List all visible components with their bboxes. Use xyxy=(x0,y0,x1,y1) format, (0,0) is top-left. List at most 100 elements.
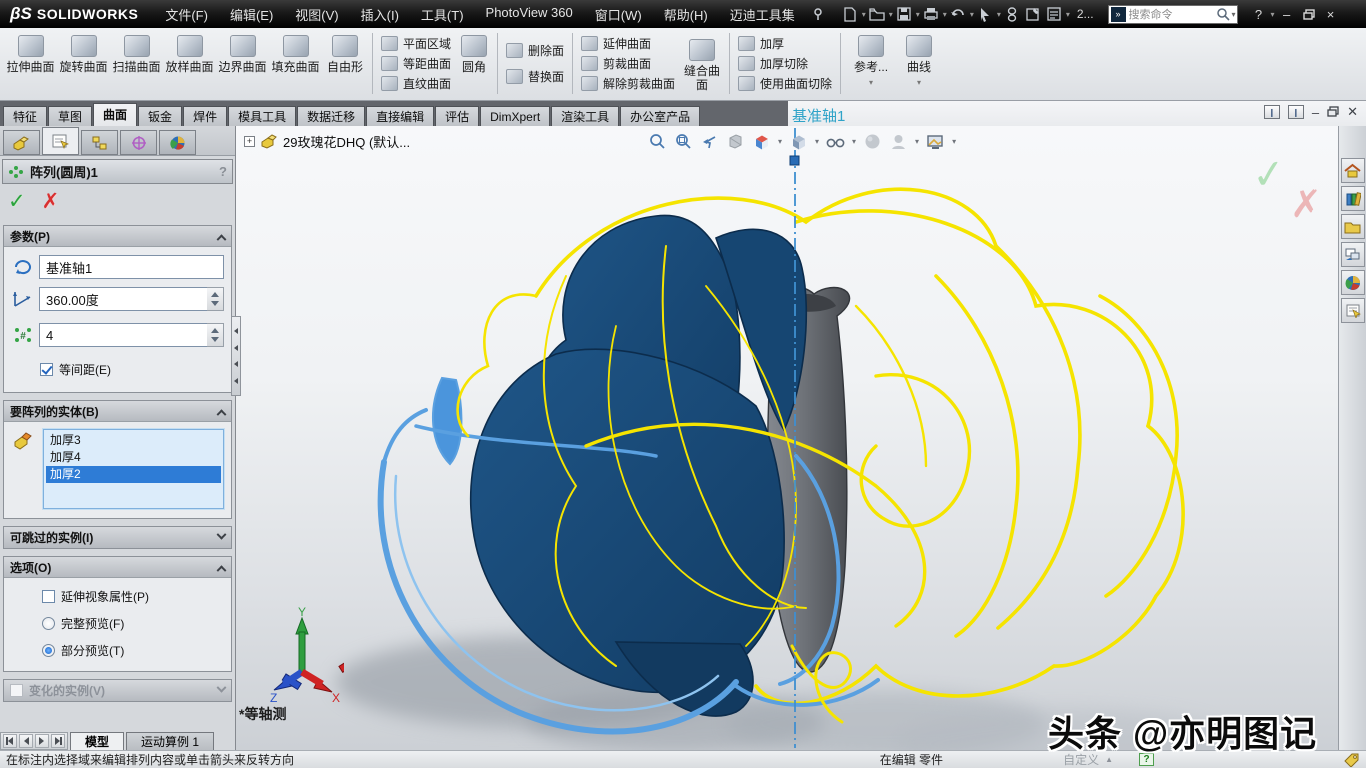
zoom-to-area-icon[interactable] xyxy=(674,132,693,151)
model-tab[interactable]: 模型 xyxy=(70,732,124,750)
file-properties-icon[interactable] xyxy=(1025,6,1042,23)
tag-icon[interactable] xyxy=(1344,753,1360,767)
cut-with-surface-button[interactable]: 使用曲面切除 xyxy=(738,75,832,92)
fillet-button[interactable]: 圆角 xyxy=(455,30,493,97)
tab-weldments[interactable]: 焊件 xyxy=(183,106,227,126)
search-caret-icon[interactable]: ▾ xyxy=(1232,10,1236,19)
knit-surface-button[interactable]: 缝合曲面 xyxy=(679,30,725,97)
pattern-axis-input[interactable]: 基准轴1 xyxy=(39,255,224,279)
extruded-surface-button[interactable]: 拉伸曲面 xyxy=(4,30,57,97)
body-item[interactable]: 加厚3 xyxy=(46,432,221,449)
untrim-surface-button[interactable]: 解除剪裁曲面 xyxy=(581,75,675,92)
full-preview-radio[interactable] xyxy=(42,617,55,630)
expand-chevron-icon[interactable] xyxy=(217,530,227,540)
filled-surface-button[interactable]: 填充曲面 xyxy=(269,30,322,97)
menu-insert[interactable]: 插入(I) xyxy=(350,0,410,29)
previous-view-icon[interactable] xyxy=(700,132,719,151)
confirm-cancel-overlay[interactable]: ✗ xyxy=(1290,182,1322,227)
delete-face-button[interactable]: 删除面 xyxy=(506,42,564,59)
pm-help-icon[interactable]: ? xyxy=(219,164,227,179)
offset-surface-button[interactable]: 等距曲面 xyxy=(381,55,451,72)
file-explorer-button[interactable] xyxy=(1341,214,1365,239)
boundary-surface-button[interactable]: 边界曲面 xyxy=(216,30,269,97)
help-icon[interactable]: ? xyxy=(1248,5,1270,23)
pane-right-icon[interactable]: ❙ xyxy=(1288,105,1304,119)
appearances-button[interactable] xyxy=(1341,270,1365,295)
count-spinner[interactable] xyxy=(207,323,224,347)
tab-sketch[interactable]: 草图 xyxy=(48,106,92,126)
varied-instances-header[interactable]: 变化的实例(V) xyxy=(4,680,231,701)
revolved-surface-button[interactable]: 旋转曲面 xyxy=(57,30,110,97)
caret-icon[interactable]: ▾ xyxy=(915,137,919,146)
menu-tools[interactable]: 工具(T) xyxy=(410,0,475,29)
collapse-chevron-icon[interactable] xyxy=(217,409,227,419)
motion-study-tab[interactable]: 运动算例 1 xyxy=(126,732,214,750)
tree-expand-icon[interactable]: + xyxy=(244,136,255,147)
caret-icon[interactable]: ▾ xyxy=(815,137,819,146)
angle-spinner[interactable] xyxy=(207,287,224,311)
pin-icon[interactable] xyxy=(810,6,826,22)
help-caret-icon[interactable]: ▾ xyxy=(1271,10,1275,19)
menu-window[interactable]: 窗口(W) xyxy=(584,0,653,29)
options-icon[interactable] xyxy=(1046,6,1063,23)
graphics-viewport[interactable]: + 29玫瑰花DHQ (默认... ▾ ▾ ▾ ▾ ▾ ✓ ✗ Y Z X *等… xyxy=(236,126,1338,750)
tab-evaluate[interactable]: 评估 xyxy=(435,106,479,126)
replace-face-button[interactable]: 替换面 xyxy=(506,68,564,85)
tab-sheet-metal[interactable]: 钣金 xyxy=(138,106,182,126)
body-item-selected[interactable]: 加厚2 xyxy=(46,466,221,483)
bodies-header[interactable]: 要阵列的实体(B) xyxy=(4,401,231,422)
trim-surface-button[interactable]: 剪裁曲面 xyxy=(581,55,675,72)
collapse-chevron-icon[interactable] xyxy=(217,565,227,575)
rebuild-icon[interactable] xyxy=(1004,6,1021,23)
pm-ok-button[interactable]: ✓ xyxy=(8,189,26,214)
tab-render-tools[interactable]: 渲染工具 xyxy=(551,106,619,126)
planar-surface-button[interactable]: 平面区域 xyxy=(381,35,451,52)
thickened-cut-button[interactable]: 加厚切除 xyxy=(738,55,832,72)
caret-icon[interactable]: ▾ xyxy=(852,137,856,146)
caret-icon[interactable]: ▾ xyxy=(952,137,956,146)
close-button[interactable]: × xyxy=(1320,5,1342,23)
command-search[interactable]: » 搜索命令 ▾ xyxy=(1108,5,1238,24)
document-overflow[interactable]: 2... xyxy=(1077,7,1094,21)
menu-view[interactable]: 视图(V) xyxy=(284,0,349,29)
caret-icon[interactable]: ▾ xyxy=(778,137,782,146)
curves-caret-icon[interactable]: ▾ xyxy=(917,76,921,90)
doc-close-button[interactable]: ✕ xyxy=(1347,104,1358,120)
menu-photoview[interactable]: PhotoView 360 xyxy=(475,0,584,29)
view-palette-button[interactable] xyxy=(1341,242,1365,267)
apply-scene-icon[interactable] xyxy=(889,132,908,151)
curves-button[interactable]: 曲线▾ xyxy=(897,30,941,97)
collapse-chevron-icon[interactable] xyxy=(217,234,227,244)
open-caret-icon[interactable]: ▾ xyxy=(889,10,893,19)
spin-up-icon[interactable] xyxy=(211,292,219,297)
resources-button[interactable] xyxy=(1341,158,1365,183)
confirm-ok-overlay[interactable]: ✓ xyxy=(1250,150,1288,199)
feature-tree-flyout[interactable]: + 29玫瑰花DHQ (默认... xyxy=(244,132,410,151)
tab-data-migration[interactable]: 数据迁移 xyxy=(297,106,365,126)
featuremanager-tab[interactable] xyxy=(3,130,40,155)
instance-count-input[interactable]: 4 xyxy=(39,323,207,347)
axis-callout-label[interactable]: 基准轴1 xyxy=(792,105,845,126)
tab-features[interactable]: 特征 xyxy=(3,106,47,126)
spin-down-icon[interactable] xyxy=(211,337,219,342)
options-caret-icon[interactable]: ▾ xyxy=(1066,10,1070,19)
minimize-button[interactable]: – xyxy=(1276,5,1298,23)
equal-spacing-checkbox[interactable] xyxy=(40,363,53,376)
freeform-button[interactable]: 自由形 xyxy=(322,30,368,97)
pm-cancel-button[interactable]: ✗ xyxy=(42,189,60,214)
pane-left-icon[interactable]: ❙ xyxy=(1264,105,1280,119)
spin-up-icon[interactable] xyxy=(211,328,219,333)
tab-direct-editing[interactable]: 直接编辑 xyxy=(366,106,434,126)
print-icon[interactable] xyxy=(923,6,940,23)
search-scope-icon[interactable]: » xyxy=(1111,7,1126,22)
configurationmanager-tab[interactable] xyxy=(81,130,118,155)
model-canvas[interactable] xyxy=(236,126,1338,750)
tab-surfaces[interactable]: 曲面 xyxy=(93,103,137,126)
ruled-surface-button[interactable]: 直纹曲面 xyxy=(381,75,451,92)
edit-appearance-icon[interactable] xyxy=(863,132,882,151)
reference-geometry-button[interactable]: 参考...▾ xyxy=(845,30,897,97)
save-caret-icon[interactable]: ▾ xyxy=(916,10,920,19)
menu-maidi-tools[interactable]: 迈迪工具集 xyxy=(719,0,806,29)
menu-edit[interactable]: 编辑(E) xyxy=(219,0,284,29)
swept-surface-button[interactable]: 扫描曲面 xyxy=(110,30,163,97)
